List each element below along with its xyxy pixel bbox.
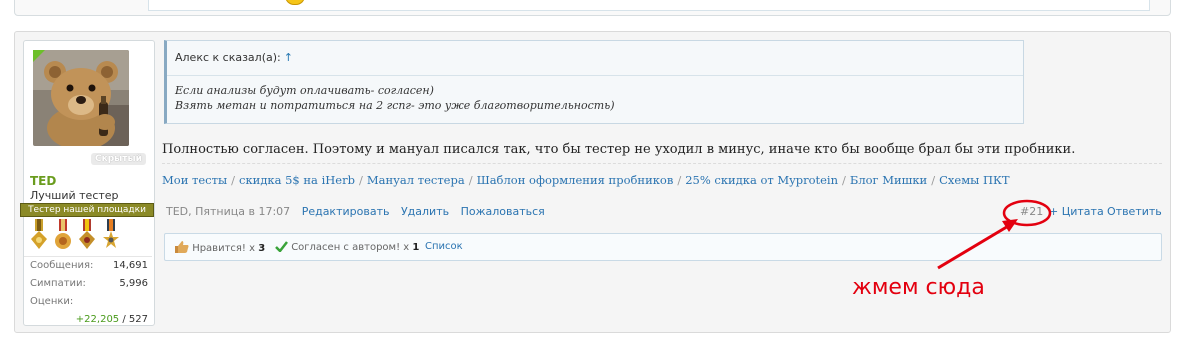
signature-link[interactable]: Мануал тестера bbox=[367, 173, 465, 187]
agree-count: 1 bbox=[412, 242, 420, 253]
user-stats: Сообщения: 14,691 Симпатии: 5,996 Оценки… bbox=[24, 256, 152, 332]
like-count: 3 bbox=[258, 243, 266, 254]
thumbs-up-icon bbox=[175, 241, 189, 253]
go-to-quote-arrow-icon[interactable]: ↑ bbox=[284, 51, 293, 64]
quote-author: Алекс к сказал(а): bbox=[175, 51, 281, 64]
post-number-link[interactable]: #21 bbox=[1020, 205, 1043, 218]
hidden-status-badge: Скрытый bbox=[91, 153, 146, 165]
rating-positive: +22,205 bbox=[75, 314, 120, 325]
avatar[interactable] bbox=[33, 50, 129, 146]
user-banner: Тестер нашей площадки bbox=[20, 203, 154, 217]
separator: / bbox=[231, 173, 236, 187]
medals bbox=[30, 219, 140, 255]
quote-text: Если анализы будут оплачивать- согласен)… bbox=[175, 83, 615, 113]
stat-row-messages: Сообщения: 14,691 bbox=[30, 260, 148, 278]
reply-button[interactable]: Ответить bbox=[1107, 205, 1162, 218]
quote-header: Алекс к сказал(а): ↑ bbox=[175, 51, 293, 64]
stat-value[interactable]: 14,691 bbox=[113, 260, 148, 271]
quote-line: Взять метан и потратиться на 2 гспг- это… bbox=[175, 99, 615, 112]
separator: / bbox=[931, 173, 936, 187]
quote-line: Если анализы будут оплачивать- согласен) bbox=[175, 84, 434, 97]
stat-row-likes: Симпатии: 5,996 bbox=[30, 278, 148, 296]
user-title: Лучший тестер bbox=[30, 189, 119, 202]
signature: Мои тесты / скидка 5$ на iHerb / Мануал тест… bbox=[162, 173, 1010, 187]
user-card: Скрытый TED Лучший тестер Тестер нашей п… bbox=[20, 40, 155, 326]
stat-value: 5,996 bbox=[119, 278, 148, 289]
medal-icon bbox=[103, 219, 119, 248]
signature-link[interactable]: Схемы ПКТ bbox=[939, 173, 1009, 187]
separator: / bbox=[677, 173, 682, 187]
report-link[interactable]: Пожаловаться bbox=[461, 205, 545, 218]
message-text: Полностью согласен. Поэтому и мануал пис… bbox=[162, 142, 1076, 157]
stat-row-ratings-label: Оценки: bbox=[30, 296, 148, 314]
divider bbox=[167, 75, 1023, 76]
quote-block: Алекс к сказал(а): ↑ Если анализы будут о… bbox=[164, 40, 1024, 124]
edit-link[interactable]: Редактировать bbox=[302, 205, 390, 218]
agree-label: Согласен с автором! bbox=[291, 242, 401, 253]
signature-link[interactable]: Блог Мишки bbox=[850, 173, 927, 187]
delete-link[interactable]: Удалить bbox=[401, 205, 449, 218]
separator: / bbox=[358, 173, 363, 187]
signature-link[interactable]: 25% скидка от Myprotein bbox=[685, 173, 838, 187]
signature-link[interactable]: скидка 5$ на iHerb bbox=[239, 173, 355, 187]
signature-link[interactable]: Шаблон оформления пробников bbox=[477, 173, 674, 187]
separator: / bbox=[842, 173, 846, 187]
post-meta: TED, Пятница в 17:07 Редактировать Удали… bbox=[166, 205, 545, 218]
annotation-text: жмем сюда bbox=[852, 275, 985, 300]
rating-rest: / 527 bbox=[119, 314, 148, 325]
medal-icon bbox=[31, 219, 47, 249]
likes-list-link[interactable]: Список bbox=[425, 241, 463, 252]
checkmark-icon bbox=[275, 241, 288, 253]
medal-icon bbox=[55, 219, 71, 249]
agree-summary-item: Согласен с автором! x 1 bbox=[275, 241, 419, 253]
medal-icon bbox=[79, 219, 95, 249]
stat-row-ratings-value: +22,205 / 527 bbox=[30, 314, 148, 332]
signature-link[interactable]: Мои тесты bbox=[162, 173, 227, 187]
forum-post: Скрытый TED Лучший тестер Тестер нашей п… bbox=[14, 31, 1171, 333]
stat-label: Симпатии: bbox=[30, 278, 86, 289]
username-link[interactable]: TED bbox=[30, 174, 56, 188]
like-count-prefix: x bbox=[245, 243, 259, 254]
likes-summary: Нравится! x 3 Согласен с автором! x 1 Сп… bbox=[164, 233, 1162, 261]
like-label: Нравится! bbox=[192, 243, 246, 254]
online-indicator bbox=[33, 50, 45, 62]
stat-label: Сообщения: bbox=[30, 260, 94, 271]
stat-label: Оценки: bbox=[30, 296, 74, 307]
quote-button[interactable]: + Цитата bbox=[1049, 205, 1104, 218]
like-summary-item: Нравится! x 3 bbox=[175, 241, 265, 254]
rating-value: +22,205 / 527 bbox=[76, 314, 148, 325]
signature-divider bbox=[162, 163, 1162, 164]
teddy-bear-avatar-icon bbox=[33, 50, 129, 146]
divider bbox=[24, 256, 152, 257]
separator: / bbox=[468, 173, 473, 187]
post-author-date[interactable]: TED, Пятница в 17:07 bbox=[166, 205, 290, 218]
agree-count-prefix: x bbox=[400, 242, 413, 253]
